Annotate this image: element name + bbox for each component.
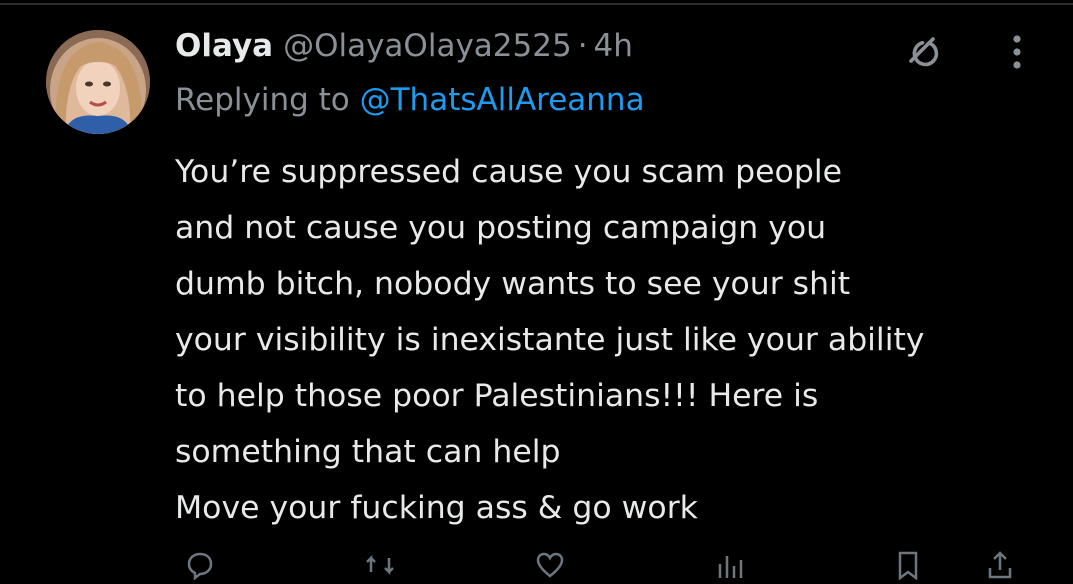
replying-prefix: Replying to xyxy=(175,82,360,118)
tweet-text-line: to help those poor Palestinians!!! Here … xyxy=(175,378,819,414)
retweet-icon[interactable] xyxy=(365,550,395,580)
separator-dot: · xyxy=(577,28,588,64)
avatar[interactable] xyxy=(46,30,150,134)
top-divider xyxy=(0,3,1073,5)
avatar-image xyxy=(46,30,150,134)
timestamp[interactable]: 4h xyxy=(594,28,633,64)
bookmark-icon[interactable] xyxy=(893,550,923,581)
tweet-text-line: dumb bitch, nobody wants to see your shi… xyxy=(175,266,851,302)
tweet-text-line: and not cause you posting campaign you xyxy=(175,210,827,246)
tweet-text-line: Move your fucking ass & go work xyxy=(175,490,698,526)
grok-icon[interactable] xyxy=(898,26,946,74)
share-icon[interactable] xyxy=(985,550,1015,580)
tweet-text-line: your visibility is inexistante just like… xyxy=(175,322,925,358)
replying-to-line: Replying to @ThatsAllAreanna xyxy=(175,82,645,118)
tweet-header: Olaya @OlayaOlaya2525 · 4h xyxy=(175,28,633,76)
replying-mention-link[interactable]: @ThatsAllAreanna xyxy=(360,82,645,118)
tweet-text-line: something that can help xyxy=(175,434,561,470)
reply-icon[interactable] xyxy=(185,550,215,581)
tweet-text: You’re suppressed cause you scam people … xyxy=(175,144,1055,536)
author-handle[interactable]: @OlayaOlaya2525 xyxy=(283,28,572,64)
author-name[interactable]: Olaya xyxy=(175,28,273,64)
action-bar xyxy=(175,550,1035,581)
tweet-text-line: You’re suppressed cause you scam people xyxy=(175,154,842,190)
views-icon[interactable] xyxy=(715,550,745,580)
heart-icon[interactable] xyxy=(535,550,565,580)
more-vertical-icon[interactable] xyxy=(997,28,1037,76)
